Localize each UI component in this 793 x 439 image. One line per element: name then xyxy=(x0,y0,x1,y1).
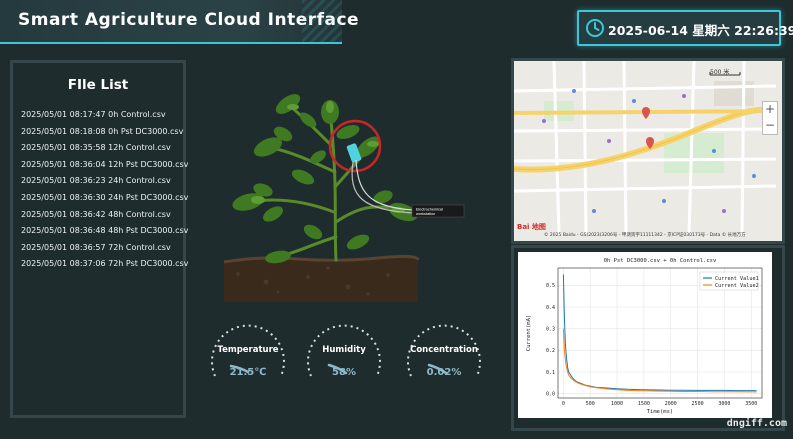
x-tick-label: 2500 xyxy=(692,401,704,407)
plant-image: Electrochemical workstation xyxy=(223,94,465,302)
concentration-gauge: Concentration 0.02% xyxy=(399,318,489,388)
x-tick-label: 3000 xyxy=(718,401,730,407)
map-copyright: © 2025 Baidu - GS(2023)3206号 - 甲测资字11111… xyxy=(544,233,746,238)
file-item[interactable]: 2025/05/01 08:17:47 0h Control.csv xyxy=(21,107,188,124)
map-view[interactable] xyxy=(514,61,776,235)
map-scale: 500 米 xyxy=(710,69,730,76)
file-list-panel: FIle List 2025/05/01 08:17:47 0h Control… xyxy=(10,60,188,418)
x-tick-label: 1500 xyxy=(638,401,650,407)
x-tick-label: 1000 xyxy=(611,401,623,407)
y-tick-label: 0.5 xyxy=(546,283,555,289)
x-tick-label: 3500 xyxy=(745,401,757,407)
x-tick-label: 500 xyxy=(586,401,595,407)
humidity-gauge: Humidity 58% xyxy=(299,318,389,388)
gauge-value: 21.5℃ xyxy=(229,367,267,378)
file-item[interactable]: 2025/05/01 08:18:08 0h Pst DC3000.csv xyxy=(21,124,188,141)
map-zoom-control[interactable]: + − xyxy=(762,101,778,135)
file-item[interactable]: 2025/05/01 08:35:58 12h Control.csv xyxy=(21,140,188,157)
series-line-1 xyxy=(562,274,757,392)
file-item[interactable]: 2025/05/01 08:36:04 12h Pst DC3000.csv xyxy=(21,157,188,174)
file-item[interactable]: 2025/05/01 08:37:06 72h Pst DC3000.csv xyxy=(21,256,188,273)
x-axis-label: Time(ms) xyxy=(647,409,674,415)
datetime-display: 2025-06-14 星期六 22:26:39 xyxy=(577,10,793,46)
y-tick-label: 0.3 xyxy=(546,326,555,332)
device-label-line2: workstation xyxy=(416,212,435,216)
y-tick-label: 0.4 xyxy=(546,305,555,311)
datetime-text: 2025-06-14 星期六 22:26:39 xyxy=(608,23,793,38)
current-chart: 0h Pst DC3000.csv + 0h Control.csv 0 500 10… xyxy=(526,258,763,415)
gauge-label: Humidity xyxy=(322,345,366,355)
file-list-heading: FIle List xyxy=(67,77,129,93)
plant-illustration: Electrochemical workstation xyxy=(218,92,478,304)
file-item[interactable]: 2025/05/01 08:36:30 24h Pst DC3000.csv xyxy=(21,190,188,207)
clock-icon xyxy=(586,19,604,37)
y-axis-label: Current(mA) xyxy=(526,315,532,351)
x-tick-label: 0 xyxy=(562,401,565,407)
device-label-line1: Electrochemical xyxy=(416,208,443,212)
file-item[interactable]: 2025/05/01 08:36:23 24h Control.csv xyxy=(21,173,188,190)
zoom-in-button[interactable]: + xyxy=(763,102,777,118)
map-panel[interactable]: 500 米 + − Bai 地图 © 2025 Baidu - GS(2023)… xyxy=(511,58,785,244)
gauge-value: 58% xyxy=(332,367,356,378)
file-item[interactable]: 2025/05/01 08:36:57 72h Control.csv xyxy=(21,240,188,257)
title-bar: Smart Agriculture Cloud Interface xyxy=(0,0,359,44)
file-list: 2025/05/01 08:17:47 0h Control.csv 2025/… xyxy=(21,107,188,273)
y-tick-label: 0.2 xyxy=(546,348,555,354)
x-tick-label: 2000 xyxy=(665,401,677,407)
y-tick-label: 0.0 xyxy=(546,391,555,397)
map-logo[interactable]: Bai 地图 xyxy=(517,222,546,232)
file-item[interactable]: 2025/05/01 08:36:42 48h Control.csv xyxy=(21,207,188,224)
watermark: dngiff.com xyxy=(726,418,787,429)
gauge-label: Concentration xyxy=(410,345,478,355)
legend-label: Current Value2 xyxy=(715,283,759,289)
chart-panel: 0h Pst DC3000.csv + 0h Control.csv 0 500 10… xyxy=(511,245,785,431)
legend-label: Current Value1 xyxy=(715,276,759,282)
title-decoration xyxy=(302,0,342,42)
file-item[interactable]: 2025/05/01 08:36:48 48h Pst DC3000.csv xyxy=(21,223,188,240)
gauge-value: 0.02% xyxy=(426,367,462,378)
temperature-gauge: Temperature 21.5℃ xyxy=(203,318,293,388)
gauge-label: Temperature xyxy=(217,345,279,355)
zoom-out-button[interactable]: − xyxy=(763,118,777,134)
chart-container: 0h Pst DC3000.csv + 0h Control.csv 0 500 10… xyxy=(518,252,772,418)
y-tick-label: 0.1 xyxy=(546,370,555,376)
series-line-2 xyxy=(562,328,757,393)
chart-title: 0h Pst DC3000.csv + 0h Control.csv xyxy=(604,258,717,264)
